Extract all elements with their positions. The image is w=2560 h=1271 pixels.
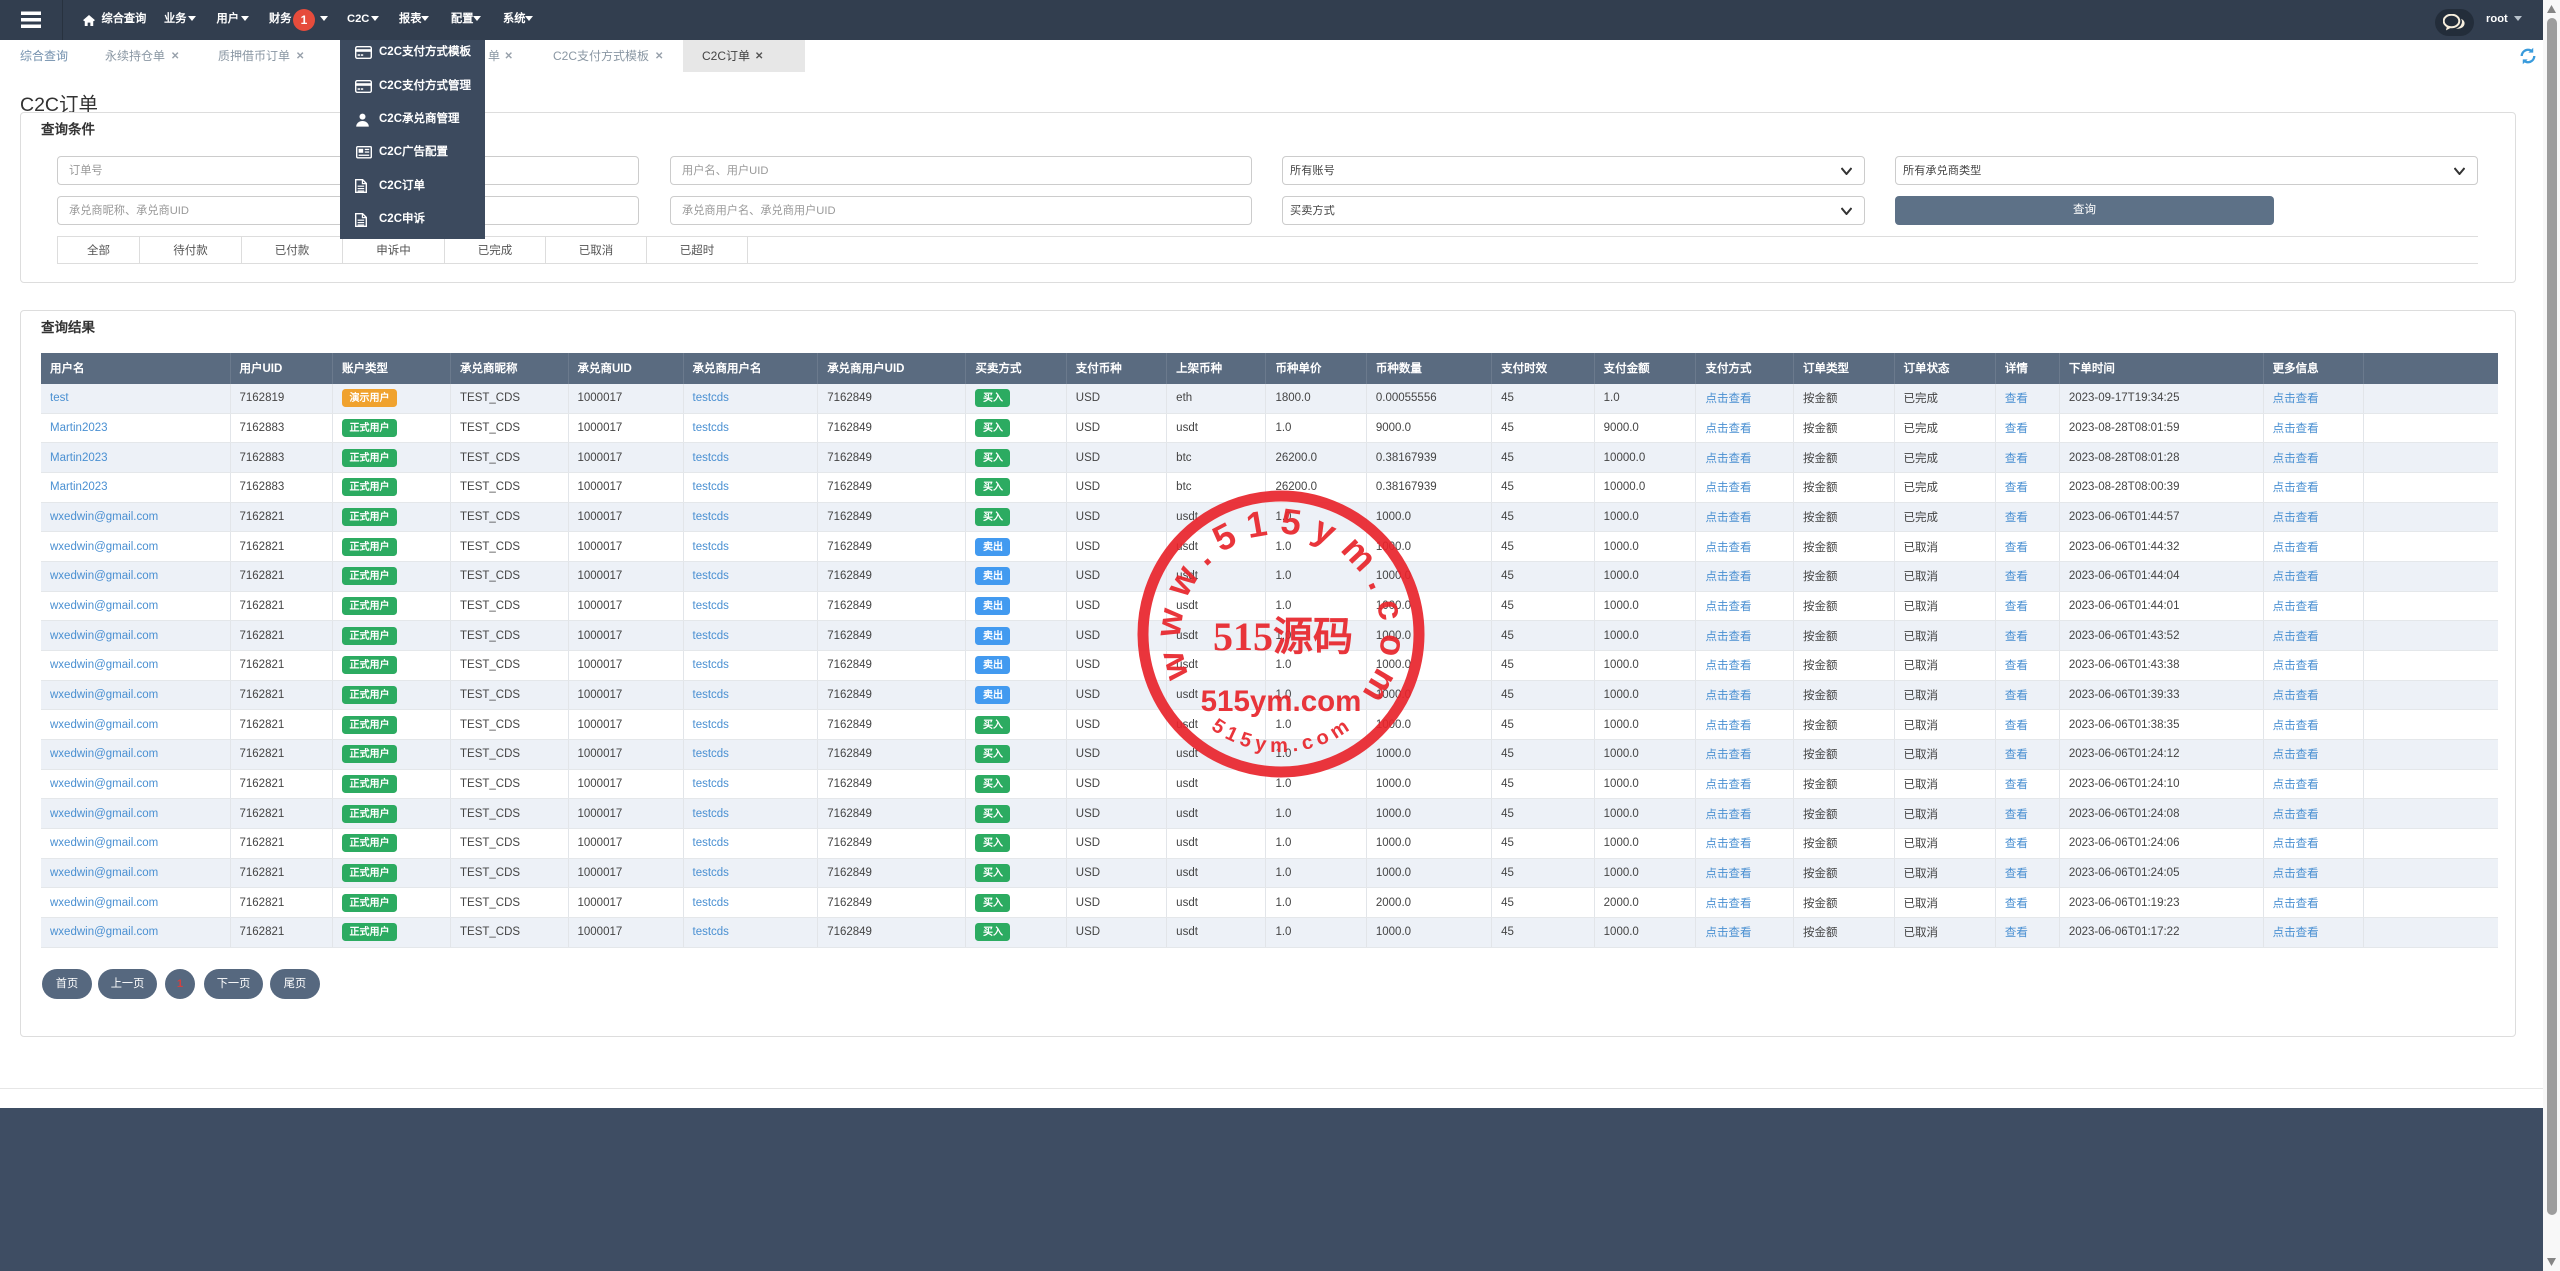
svg-text:515ym.com: 515ym.com [1201,685,1362,718]
svg-text:515源码: 515源码 [1213,614,1353,659]
svg-text:515ym.com: 515ym.com [1208,713,1357,757]
